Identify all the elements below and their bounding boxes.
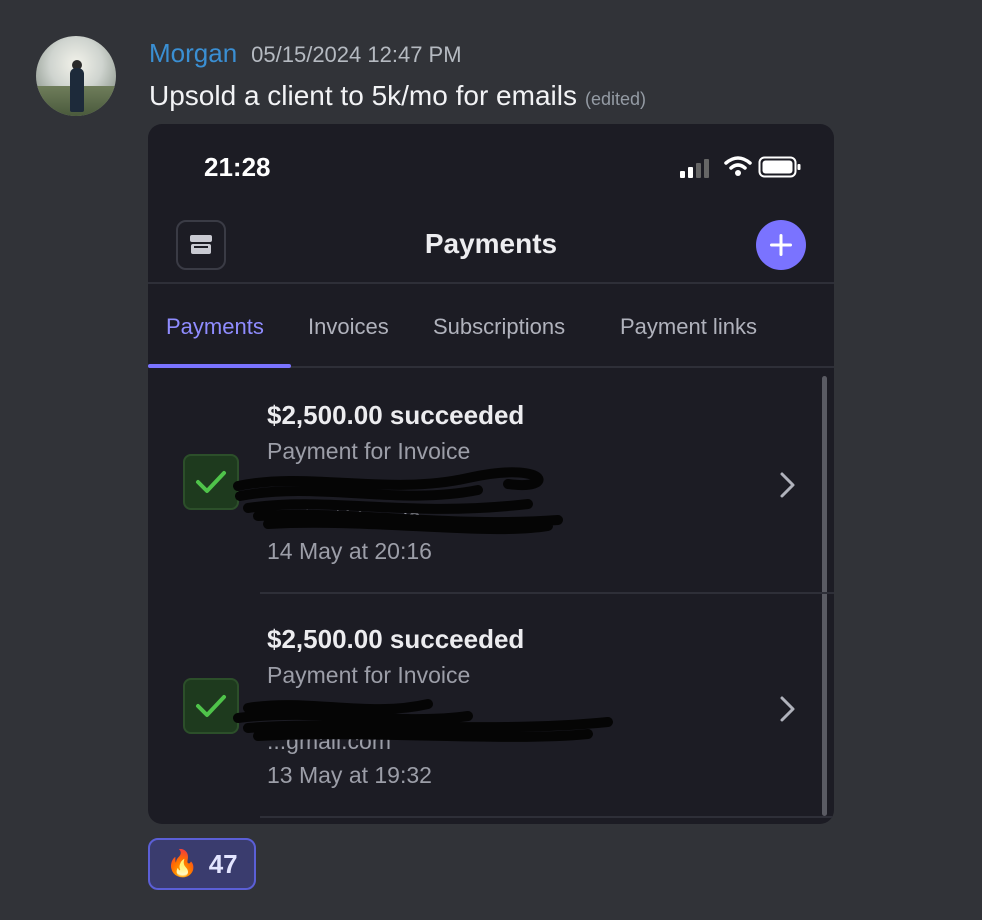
- tab-invoices[interactable]: Invoices: [308, 314, 389, 340]
- battery-icon: [758, 156, 801, 178]
- message-timestamp: 05/15/2024 12:47 PM: [251, 42, 462, 67]
- redaction-scribble: [233, 467, 563, 535]
- nav-title: Payments: [424, 228, 558, 259]
- phone-status-bar: 21:28: [148, 124, 834, 204]
- add-button[interactable]: [756, 220, 806, 270]
- message-content: Upsold a client to 5k/mo for emails (edi…: [149, 80, 646, 112]
- plus-icon: [770, 234, 792, 256]
- message-text: Upsold a client to 5k/mo for emails: [149, 80, 577, 111]
- app-navbar: Payments: [148, 214, 834, 284]
- message-header: Morgan 05/15/2024 12:47 PM: [149, 38, 462, 69]
- reaction-count: 47: [208, 848, 238, 879]
- reaction-button[interactable]: 🔥 47: [148, 838, 256, 890]
- active-tab-indicator: [148, 364, 291, 368]
- payment-description: Payment for Invoice: [267, 662, 471, 688]
- avatar[interactable]: [36, 36, 116, 116]
- fire-emoji-icon: 🔥: [166, 849, 199, 879]
- payment-amount: $2,500.00 succeeded: [267, 400, 525, 430]
- tab-payments[interactable]: Payments: [166, 314, 264, 340]
- chevron-right-icon[interactable]: [776, 694, 798, 724]
- payment-row[interactable]: $2,500.00 succeeded Payment for Invoice …: [148, 370, 834, 594]
- wifi-icon: [724, 156, 752, 176]
- redaction-scribble: [233, 699, 613, 742]
- payment-amount: $2,500.00 succeeded: [267, 624, 525, 654]
- row-divider: [260, 816, 834, 818]
- edited-label: (edited): [584, 89, 646, 109]
- tab-payment-links[interactable]: Payment links: [620, 314, 757, 340]
- screenshot-attachment[interactable]: 21:28 Payments Payments Invoices Subscri…: [148, 124, 834, 824]
- username[interactable]: Morgan: [149, 38, 237, 69]
- status-time: 21:28: [204, 152, 271, 182]
- tab-bar: Payments Invoices Subscriptions Payment …: [148, 286, 834, 368]
- payment-row[interactable]: $2,500.00 succeeded Payment for Invoice …: [148, 594, 834, 818]
- payment-description: Payment for Invoice: [267, 438, 471, 464]
- signal-icon: [680, 159, 709, 178]
- chevron-right-icon[interactable]: [776, 470, 798, 500]
- tab-subscriptions[interactable]: Subscriptions: [433, 314, 565, 340]
